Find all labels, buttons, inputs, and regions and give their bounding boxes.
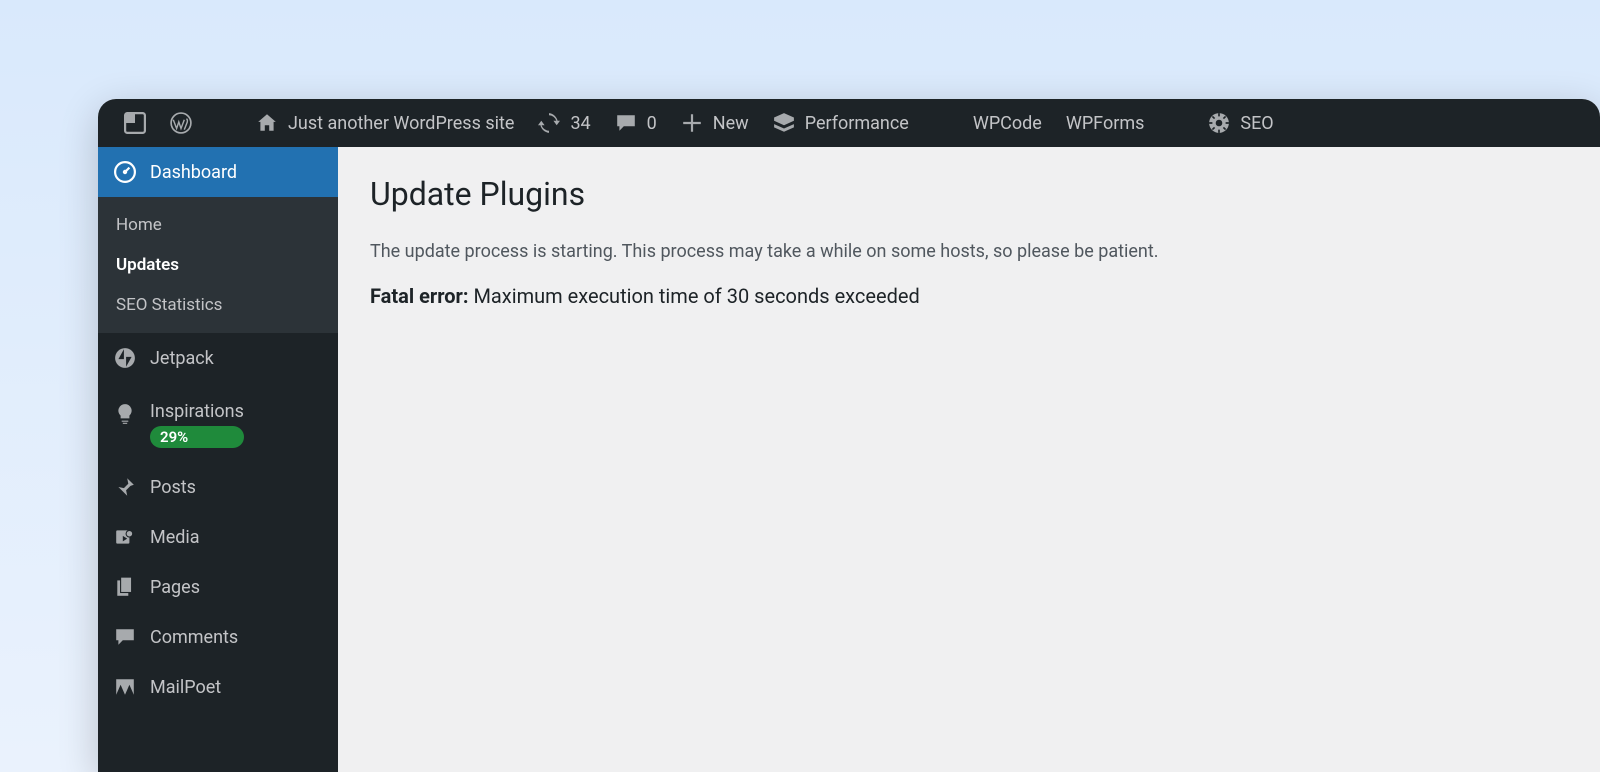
pin-icon [114, 476, 136, 498]
submenu-seo-statistics[interactable]: SEO Statistics [98, 285, 338, 325]
media-icon [114, 526, 136, 548]
toolbar-updates[interactable]: 34 [526, 99, 602, 147]
wpcode-label: WPCode [973, 113, 1042, 134]
sidebar-item-posts[interactable]: Posts [98, 462, 338, 512]
dashboard-icon [114, 161, 136, 183]
toolbar-comments[interactable]: 0 [603, 99, 669, 147]
toolbar-wp-logo[interactable] [158, 99, 204, 147]
wordpress-logo-icon [170, 112, 192, 134]
toolbar-menu-toggle[interactable] [112, 99, 158, 147]
plus-icon [681, 112, 703, 134]
inspirations-badge: 29% [150, 426, 244, 448]
submenu-updates[interactable]: Updates [98, 245, 338, 285]
fatal-error-message: Maximum execution time of 30 seconds exc… [468, 284, 919, 308]
comments-icon [114, 626, 136, 648]
menu-toggle-icon [124, 112, 146, 134]
sidebar-item-label: Comments [150, 627, 238, 648]
mailpoet-icon [114, 676, 136, 698]
performance-label: Performance [805, 113, 909, 134]
toolbar-wpcode[interactable]: WPCode [961, 99, 1054, 147]
toolbar-site-name[interactable]: Just another WordPress site [244, 99, 526, 147]
sidebar-item-label: Jetpack [150, 348, 214, 369]
fatal-error-line: Fatal error: Maximum execution time of 3… [370, 284, 1568, 308]
update-icon [538, 112, 560, 134]
seo-gear-icon [1208, 112, 1230, 134]
new-label: New [713, 113, 749, 134]
sidebar-item-pages[interactable]: Pages [98, 562, 338, 612]
update-starting-text: The update process is starting. This pro… [370, 241, 1568, 262]
admin-toolbar: Just another WordPress site 34 0 New Per… [98, 99, 1600, 147]
fatal-error-label: Fatal error: [370, 284, 468, 308]
sidebar-item-jetpack[interactable]: Jetpack [98, 333, 338, 383]
inspirations-label-wrap: Inspirations 29% [150, 401, 244, 448]
toolbar-new[interactable]: New [669, 99, 761, 147]
toolbar-wpforms[interactable]: WPForms [1054, 99, 1157, 147]
comment-icon [615, 112, 637, 134]
sidebar-item-label: Posts [150, 477, 196, 498]
admin-sidebar: Dashboard Home Updates SEO Statistics Je… [98, 147, 338, 772]
sidebar-item-mailpoet[interactable]: MailPoet [98, 662, 338, 712]
jetpack-icon [114, 347, 136, 369]
page-title: Update Plugins [370, 175, 1568, 213]
seo-label: SEO [1240, 113, 1273, 134]
pages-icon [114, 576, 136, 598]
sidebar-item-label: MailPoet [150, 677, 221, 698]
sidebar-item-label: Pages [150, 577, 200, 598]
submenu-home[interactable]: Home [98, 205, 338, 245]
lightbulb-icon [114, 403, 136, 425]
sidebar-item-label: Media [150, 527, 200, 548]
sidebar-item-comments[interactable]: Comments [98, 612, 338, 662]
performance-icon [773, 112, 795, 134]
comments-count: 0 [647, 113, 657, 134]
sidebar-item-inspirations[interactable]: Inspirations 29% [98, 383, 338, 462]
sidebar-item-label: Dashboard [150, 162, 237, 183]
sidebar-item-dashboard[interactable]: Dashboard [98, 147, 338, 197]
dashboard-submenu: Home Updates SEO Statistics [98, 197, 338, 333]
home-icon [256, 112, 278, 134]
toolbar-seo[interactable]: SEO [1196, 99, 1285, 147]
site-name-label: Just another WordPress site [288, 113, 514, 134]
toolbar-performance[interactable]: Performance [761, 99, 921, 147]
main-content: Update Plugins The update process is sta… [338, 147, 1600, 772]
wpforms-label: WPForms [1066, 113, 1145, 134]
sidebar-item-label: Inspirations [150, 401, 244, 422]
sidebar-item-media[interactable]: Media [98, 512, 338, 562]
updates-count: 34 [570, 113, 590, 134]
admin-window: Just another WordPress site 34 0 New Per… [98, 99, 1600, 772]
